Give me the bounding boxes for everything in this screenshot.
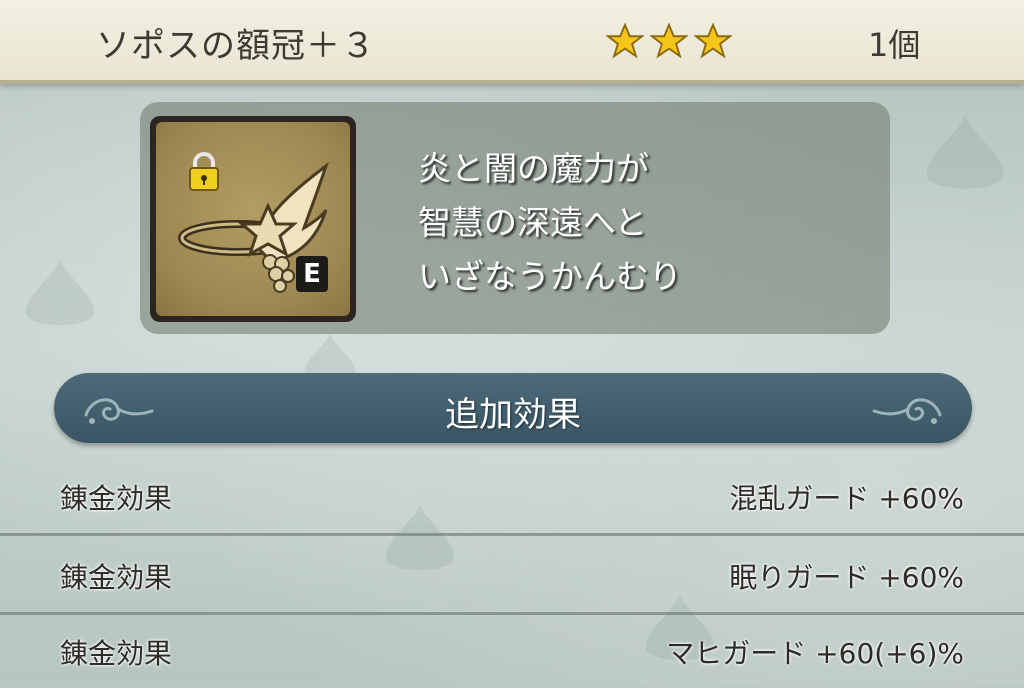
item-header: ソポスの額冠＋３ 1個 [0,0,1024,84]
effect-row: 錬金効果 混乱ガード +60% [0,457,1024,536]
section-title: 追加効果 [445,395,581,435]
item-count: 1個 [868,26,921,64]
effect-label: 錬金効果 [60,637,173,670]
rarity-stars [606,22,732,60]
star-icon [606,22,644,59]
effect-row: 錬金効果 眠りガード +60% [0,536,1024,615]
flourish-right-icon [872,398,942,424]
description-line: 智慧の深遠へと [418,203,648,242]
effect-label: 錬金効果 [60,482,173,515]
slime-silhouette-icon [25,259,95,325]
equipped-badge: E [296,256,328,292]
item-icon-frame[interactable]: E [150,116,356,322]
effect-value: マヒガード +60(+6)% [666,637,964,670]
item-name: ソポスの額冠＋３ [96,26,376,66]
lock-icon [189,152,219,191]
description-line: いざなうかんむり [418,257,682,296]
star-icon [694,22,732,59]
slime-silhouette-icon [926,114,1004,189]
effect-value: 混乱ガード +60% [729,482,964,515]
effect-row: 錬金効果 マヒガード +60(+6)% [0,612,1024,688]
effect-value: 眠りガード +60% [729,561,964,594]
effect-label: 錬金効果 [60,561,173,594]
additional-effects-header: 追加効果 [54,373,972,443]
star-icon [650,22,688,59]
item-description: 炎と闇の魔力が 智慧の深遠へと いざなうかんむり [418,142,682,304]
description-line: 炎と闇の魔力が [418,149,649,188]
